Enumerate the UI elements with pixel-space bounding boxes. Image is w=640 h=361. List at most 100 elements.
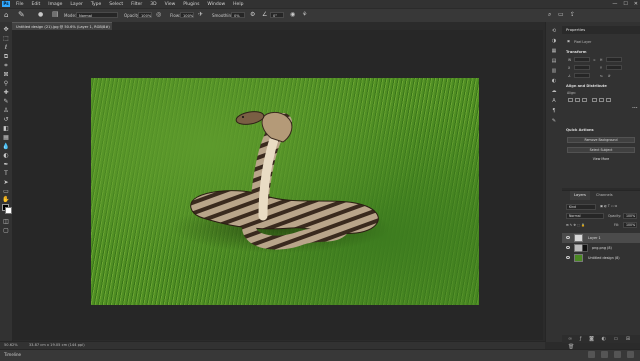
add-mask-icon[interactable]: ◙ [589, 336, 594, 342]
transform-section-title[interactable]: Transform [566, 50, 587, 54]
select-subject-button[interactable]: Select Subject [567, 147, 635, 153]
zoom-level[interactable]: 50.62% [4, 343, 18, 347]
eye-icon[interactable] [566, 246, 570, 249]
layer-fill-field[interactable]: 100% [623, 222, 637, 228]
menu-layer[interactable]: Layer [66, 2, 87, 7]
menu-image[interactable]: Image [44, 2, 66, 7]
eyedropper-tool-icon[interactable]: ⚲ [2, 80, 10, 87]
link-icon[interactable]: ∞ [593, 58, 596, 62]
opacity-field[interactable]: 100% [138, 12, 152, 18]
eye-icon[interactable] [566, 256, 570, 259]
quick-mask-icon[interactable]: ◫ [2, 218, 10, 225]
tab-layers[interactable]: Layers [570, 191, 590, 200]
close-window-button[interactable]: ✕ [634, 0, 638, 8]
document-size[interactable]: 33.87 cm x 19.05 cm (144 ppi) [29, 343, 85, 347]
view-more-link[interactable]: View More [567, 157, 635, 163]
marquee-tool-icon[interactable]: ⬚ [2, 35, 10, 42]
pen-tool-icon[interactable]: ✒ [2, 161, 10, 168]
brush-settings-icon[interactable]: ▤ [52, 10, 59, 18]
maximize-button[interactable]: ☐ [623, 0, 627, 8]
layer-row-layer-1[interactable]: Layer 1 [562, 233, 640, 243]
home-icon[interactable]: ⌂ [4, 11, 8, 19]
tray-icon[interactable] [601, 351, 608, 358]
adjustments-panel-icon[interactable]: ◐ [550, 78, 558, 84]
libraries-panel-icon[interactable]: ☁ [550, 88, 558, 94]
tray-icon[interactable] [614, 351, 621, 358]
filter-icons[interactable]: ▣ ◐ T ▭ ⧉ [600, 204, 617, 208]
move-tool-icon[interactable]: ✥ [2, 26, 10, 33]
timeline-bar[interactable]: Timeline [0, 349, 640, 361]
layer-name[interactable]: Layer 1 [588, 233, 601, 243]
path-selection-tool-icon[interactable]: ➤ [2, 179, 10, 186]
new-layer-icon[interactable]: ⊞ [626, 336, 630, 342]
menu-filter[interactable]: Filter [127, 2, 146, 7]
gradients-panel-icon[interactable]: ▤ [550, 58, 558, 64]
menu-window[interactable]: Window [203, 2, 229, 7]
layer-name[interactable]: Untitled design (8) [588, 253, 620, 263]
menu-help[interactable]: Help [229, 2, 247, 7]
color-panel-icon[interactable]: ◑ [550, 38, 558, 44]
canvas-image[interactable] [91, 78, 479, 305]
more-options-icon[interactable]: ••• [632, 106, 638, 110]
y-field[interactable] [606, 65, 622, 70]
healing-brush-tool-icon[interactable]: ✚ [2, 89, 10, 96]
width-field[interactable] [574, 57, 590, 62]
fx-icon[interactable]: ƒ [580, 336, 582, 342]
adjustment-layer-icon[interactable]: ◐ [602, 336, 606, 342]
lock-icons[interactable]: ⊞ ✎ ✥ ⬚ 🔒 [566, 223, 585, 227]
group-icon[interactable]: ▭ [614, 336, 619, 342]
menu-3d[interactable]: 3D [146, 2, 160, 7]
character-panel-icon[interactable]: A [550, 98, 558, 104]
eraser-tool-icon[interactable]: ◧ [2, 125, 10, 132]
pressure-size-icon[interactable]: ◉ [290, 11, 295, 18]
align-section-title[interactable]: Align and Distribute [566, 84, 607, 88]
menu-type[interactable]: Type [87, 2, 105, 7]
menu-file[interactable]: File [12, 2, 28, 7]
menu-edit[interactable]: Edit [28, 2, 45, 7]
clone-stamp-tool-icon[interactable]: ♙ [2, 107, 10, 114]
align-bottom-icon[interactable] [606, 98, 611, 102]
quick-actions-title[interactable]: Quick Actions [566, 128, 594, 132]
align-middle-icon[interactable] [599, 98, 604, 102]
flip-horizontal-icon[interactable]: ⇋ [600, 74, 603, 78]
tray-icon[interactable] [588, 351, 595, 358]
menu-view[interactable]: View [161, 2, 180, 7]
brush-preset-icon[interactable]: ● [38, 11, 43, 18]
rectangle-tool-icon[interactable]: ▭ [2, 188, 10, 195]
menu-select[interactable]: Select [105, 2, 127, 7]
link-layers-icon[interactable]: ∞ [568, 336, 572, 342]
frame-tool-icon[interactable]: ⊠ [2, 71, 10, 78]
smoothing-field[interactable]: 0% [231, 12, 245, 18]
blend-mode-select[interactable]: Normal [566, 213, 604, 219]
lasso-tool-icon[interactable]: ℓ [2, 44, 10, 51]
paragraph-panel-icon[interactable]: ¶ [550, 108, 558, 114]
search-icon[interactable]: ⌕ [548, 11, 551, 19]
symmetry-icon[interactable]: ⚘ [302, 11, 307, 18]
layer-name[interactable]: png.png (8) [592, 243, 612, 253]
align-center-icon[interactable] [575, 98, 580, 102]
angle-field[interactable]: 0° [270, 12, 284, 18]
blur-tool-icon[interactable]: 💧 [2, 143, 10, 150]
tray-icon[interactable] [627, 351, 634, 358]
type-tool-icon[interactable]: T [2, 170, 10, 177]
screen-mode-icon[interactable]: ▢ [2, 227, 10, 234]
timeline-label[interactable]: Timeline [4, 352, 21, 357]
mode-select[interactable]: Normal [76, 12, 118, 18]
angle-field-props[interactable] [574, 73, 590, 78]
hand-tool-icon[interactable]: ✋ [2, 196, 10, 203]
share-icon[interactable]: ⇪ [570, 11, 575, 18]
height-field[interactable] [606, 57, 622, 62]
object-selection-tool-icon[interactable]: ⧉ [2, 53, 10, 60]
brushes-panel-icon[interactable]: ✎ [550, 118, 558, 124]
history-brush-tool-icon[interactable]: ↺ [2, 116, 10, 123]
gradient-tool-icon[interactable]: ▦ [2, 134, 10, 141]
remove-background-button[interactable]: Remove Background [567, 137, 635, 143]
flow-field[interactable]: 100% [180, 12, 194, 18]
history-panel-icon[interactable]: ⟲ [550, 28, 558, 34]
x-field[interactable] [574, 65, 590, 70]
brush-tool-icon-left[interactable]: ✎ [2, 98, 10, 105]
layer-row-png[interactable]: png.png (8) [562, 243, 640, 253]
layer-filter-kind[interactable]: Kind [566, 204, 596, 210]
flip-vertical-icon[interactable]: ⇵ [608, 74, 611, 78]
airbrush-icon[interactable]: ✈ [198, 11, 203, 18]
